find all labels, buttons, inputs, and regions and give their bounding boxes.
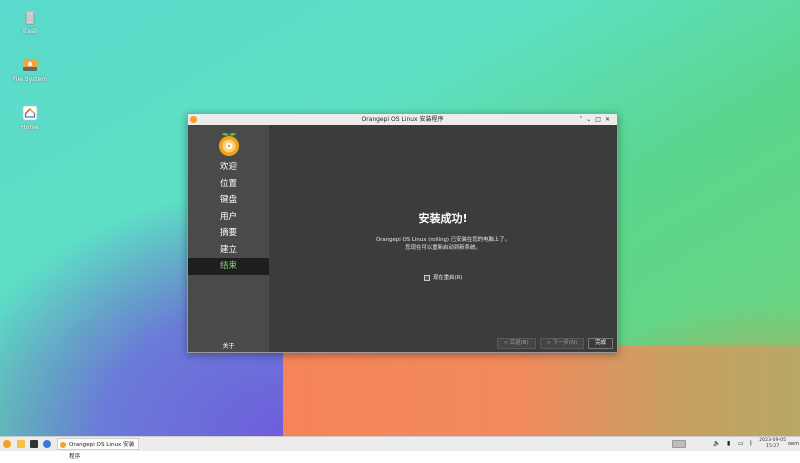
desktop-icon-label: Trash — [22, 28, 38, 35]
taskbar: Orangepi OS Linux 安装程序 🔈 ▮ ▭ ᛒ 2023-09-0… — [0, 436, 800, 460]
desktop-icon-filesystem[interactable]: File System — [6, 56, 54, 83]
window-controls: ˄⌄□✕ — [579, 114, 614, 125]
desktop-icon-label: File System — [12, 76, 48, 83]
step-finish: 结束 — [188, 258, 269, 275]
step-install: 建立 — [219, 244, 237, 255]
desktop-icon-label: Home — [21, 124, 39, 131]
orangepi-logo-icon — [216, 131, 242, 157]
app-icon — [190, 116, 197, 123]
task-app-icon — [60, 442, 66, 448]
restore-button[interactable]: ⌄ — [586, 116, 595, 123]
back-button[interactable]: < 后退(B) — [496, 338, 536, 349]
notification-icon[interactable]: ▮ — [727, 437, 730, 451]
clock-time: 15:27 — [766, 444, 780, 449]
step-location: 位置 — [219, 178, 237, 189]
taskbar-task-installer[interactable]: Orangepi OS Linux 安装程序 — [57, 438, 139, 460]
about-button[interactable]: 关于 — [188, 341, 269, 350]
bluetooth-icon[interactable]: ᛒ — [749, 437, 753, 451]
desktop-icon-home[interactable]: Home — [6, 104, 54, 131]
step-keyboard: 键盘 — [219, 195, 237, 205]
installer-window: Orangepi OS Linux 安装程序 ˄⌄□✕ 欢迎 位置 键盘 用户 … — [187, 113, 618, 353]
drive-icon — [21, 56, 39, 74]
step-summary: 摘要 — [219, 228, 237, 238]
browser-icon[interactable] — [43, 440, 51, 448]
next-button[interactable]: > 下一步(N) — [539, 338, 585, 349]
user-name[interactable]: oem — [788, 437, 799, 451]
step-welcome: 欢迎 — [219, 162, 237, 172]
wallpaper-orange — [283, 345, 800, 436]
window-title: Orangepi OS Linux 安装程序 — [361, 116, 444, 123]
success-headline: 安装成功! — [418, 212, 468, 225]
clock[interactable]: 2023-09-05 15:27 — [759, 438, 786, 450]
checkbox-box[interactable] — [424, 274, 430, 281]
start-menu-icon[interactable] — [3, 440, 11, 448]
volume-icon[interactable]: 🔈 — [713, 437, 720, 451]
success-message-line: Orangepi OS Linux (rolling) 已安装在您的电脑上了。 — [375, 237, 511, 243]
maximize-button[interactable]: □ — [595, 116, 605, 123]
success-message: Orangepi OS Linux (rolling) 已安装在您的电脑上了。 … — [269, 236, 617, 252]
installer-sidebar: 欢迎 位置 键盘 用户 摘要 建立 结束 关于 — [188, 125, 269, 352]
desktop-icon-trash[interactable]: Trash — [6, 8, 54, 35]
trash-icon — [21, 8, 39, 26]
workspace-switcher-icon[interactable] — [672, 440, 686, 448]
file-manager-icon[interactable] — [17, 440, 25, 448]
done-button[interactable]: 完成 — [588, 338, 613, 349]
close-button[interactable]: ✕ — [605, 116, 614, 123]
nav-buttons: < 后退(B) > 下一步(N) 完成 — [493, 329, 613, 349]
home-icon — [21, 104, 39, 122]
reboot-now-label: 现在重启(R) — [433, 275, 463, 281]
task-label: Orangepi OS Linux 安装程序 — [69, 442, 135, 460]
installer-content: 安装成功! Orangepi OS Linux (rolling) 已安装在您的… — [269, 125, 617, 352]
window-titlebar[interactable]: Orangepi OS Linux 安装程序 ˄⌄□✕ — [188, 114, 617, 125]
terminal-icon[interactable] — [30, 440, 38, 448]
success-message-line: 您现在可以重新启动到新系统。 — [405, 245, 481, 251]
step-users: 用户 — [219, 211, 237, 222]
reboot-now-checkbox[interactable]: 现在重启(R) — [424, 273, 463, 281]
network-icon[interactable]: ▭ — [738, 437, 744, 451]
